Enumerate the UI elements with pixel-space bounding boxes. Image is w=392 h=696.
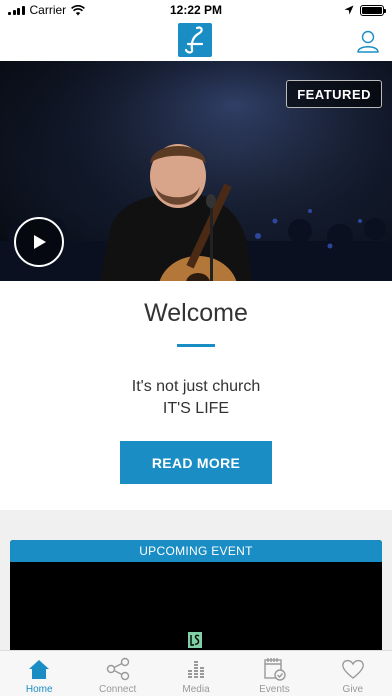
signal-icon	[8, 5, 25, 15]
location-arrow-icon	[344, 5, 354, 15]
welcome-card: Welcome It's not just church IT'S LIFE R…	[0, 281, 392, 510]
tab-connect-label: Connect	[98, 684, 137, 695]
media-icon	[188, 661, 205, 678]
play-icon[interactable]	[14, 217, 64, 267]
tab-media-label: Media	[182, 684, 210, 695]
app-header	[0, 20, 392, 61]
tagline-line2: IT'S LIFE	[162, 400, 230, 417]
status-left: Carrier	[8, 3, 86, 17]
featured-hero[interactable]: FEATURED	[0, 61, 392, 281]
featured-badge: FEATURED	[286, 80, 382, 108]
tab-media[interactable]: Media	[157, 651, 235, 696]
upcoming-event-card[interactable]: UPCOMING EVENT	[10, 540, 382, 655]
read-more-button[interactable]: READ MORE	[120, 441, 272, 484]
wifi-icon	[71, 4, 86, 15]
home-icon	[29, 660, 50, 679]
clock: 12:22 PM	[169, 3, 223, 17]
event-header: UPCOMING EVENT	[10, 540, 382, 562]
calendar-icon	[264, 658, 287, 681]
tagline: It's not just church IT'S LIFE	[0, 376, 392, 420]
ls-logo-icon	[188, 632, 202, 648]
lifechurch-logo-icon[interactable]	[178, 23, 212, 57]
tab-home[interactable]: Home	[0, 651, 78, 696]
status-right	[344, 4, 386, 16]
tagline-line1: It's not just church	[131, 378, 261, 395]
welcome-title: Welcome	[144, 299, 248, 327]
tab-connect[interactable]: Connect	[78, 651, 156, 696]
tab-events[interactable]: Events	[235, 651, 313, 696]
share-icon	[106, 657, 129, 681]
tab-give[interactable]: Give	[314, 651, 392, 696]
tab-home-label: Home	[25, 684, 53, 695]
battery-icon	[360, 4, 386, 16]
tab-events-label: Events	[259, 684, 290, 695]
status-bar: Carrier 12:22 PM	[0, 0, 392, 20]
profile-icon[interactable]	[356, 29, 380, 53]
tab-give-label: Give	[342, 684, 364, 695]
heart-icon	[341, 659, 364, 679]
title-divider	[177, 344, 215, 347]
carrier-label: Carrier	[29, 3, 67, 17]
tab-bar: Home Connect Media Events Give	[0, 650, 392, 696]
